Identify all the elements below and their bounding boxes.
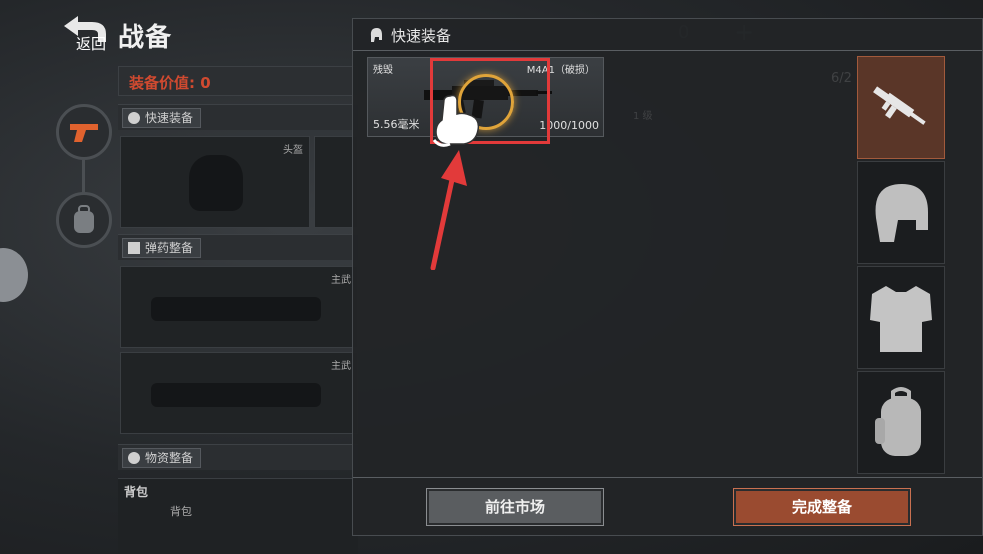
backpack-slot-label: 背包 (170, 505, 192, 518)
backpack-icon (875, 386, 921, 456)
supplies-tag-label: 物资整备 (145, 451, 194, 465)
modal-title: 快速装备 (391, 27, 452, 45)
backpack-icon (74, 205, 94, 233)
ammo-tag[interactable]: 弹药整备 (122, 238, 202, 258)
back-button[interactable]: 返回 (62, 14, 112, 53)
ammo-tag-label: 弹药整备 (145, 241, 194, 255)
tutorial-arrow-icon (430, 150, 467, 270)
helmet-icon (370, 28, 382, 42)
helmet-icon (875, 183, 928, 242)
finish-equip-button[interactable]: 完成整备 (733, 488, 911, 526)
rifle-silhouette (151, 383, 321, 407)
backpack-category-button[interactable] (56, 192, 112, 248)
modal-footer: 前往市场 完成整备 (353, 477, 982, 535)
helmet-small-icon (128, 112, 140, 124)
grenade-icon (128, 452, 140, 464)
ammo-section: 弹药整备 (118, 234, 358, 260)
primary-weapon-slot-2[interactable]: 主武 (120, 352, 358, 434)
quick-equip-tag[interactable]: 快速装备 (122, 108, 202, 128)
faint-bg-text-a: 1 级 (633, 111, 653, 122)
item-state: 残毁 (373, 65, 393, 76)
rifle-icon (873, 85, 926, 125)
helmet-slot-label: 头盔 (283, 145, 303, 156)
pistol-icon (70, 124, 98, 142)
rifle-silhouette (151, 297, 321, 321)
tab-helmet[interactable] (857, 161, 945, 264)
faint-bg-text-b: 6/2 (831, 71, 852, 86)
helmet-slot[interactable]: 头盔 (120, 136, 310, 228)
ammo-icon (128, 242, 140, 254)
side-handle[interactable] (0, 248, 28, 302)
helmet-silhouette (189, 155, 243, 211)
quick-equip-tag-label: 快速装备 (145, 111, 194, 125)
back-label: 返回 (76, 35, 107, 53)
supplies-section: 物资整备 (118, 444, 358, 470)
primary-slot-label-2: 主武 (331, 361, 351, 372)
go-to-market-button[interactable]: 前往市场 (426, 488, 604, 526)
primary-slot-label-1: 主武 (331, 275, 351, 286)
supplies-tag[interactable]: 物资整备 (122, 448, 202, 468)
primary-weapon-slot-1[interactable]: 主武 (120, 266, 358, 348)
tab-backpack[interactable] (857, 371, 945, 474)
tab-weapon[interactable] (857, 56, 945, 159)
quick-equip-section: 快速装备 (118, 104, 358, 130)
equipment-value-bar: 装备价值: 0 (118, 66, 358, 96)
pistol-category-button[interactable] (56, 104, 112, 160)
backpack-section: 背包 背包 (118, 478, 358, 554)
modal-header: 快速装备 (353, 19, 982, 51)
side-connector (82, 160, 85, 194)
tab-armor[interactable] (857, 266, 945, 369)
page-title: 战备 (118, 23, 173, 53)
equipment-value: 装备价值: 0 (129, 74, 211, 92)
backpack-section-label: 背包 (124, 485, 149, 499)
item-ammo: 5.56毫米 (373, 118, 420, 131)
armor-vest-icon (870, 285, 932, 352)
